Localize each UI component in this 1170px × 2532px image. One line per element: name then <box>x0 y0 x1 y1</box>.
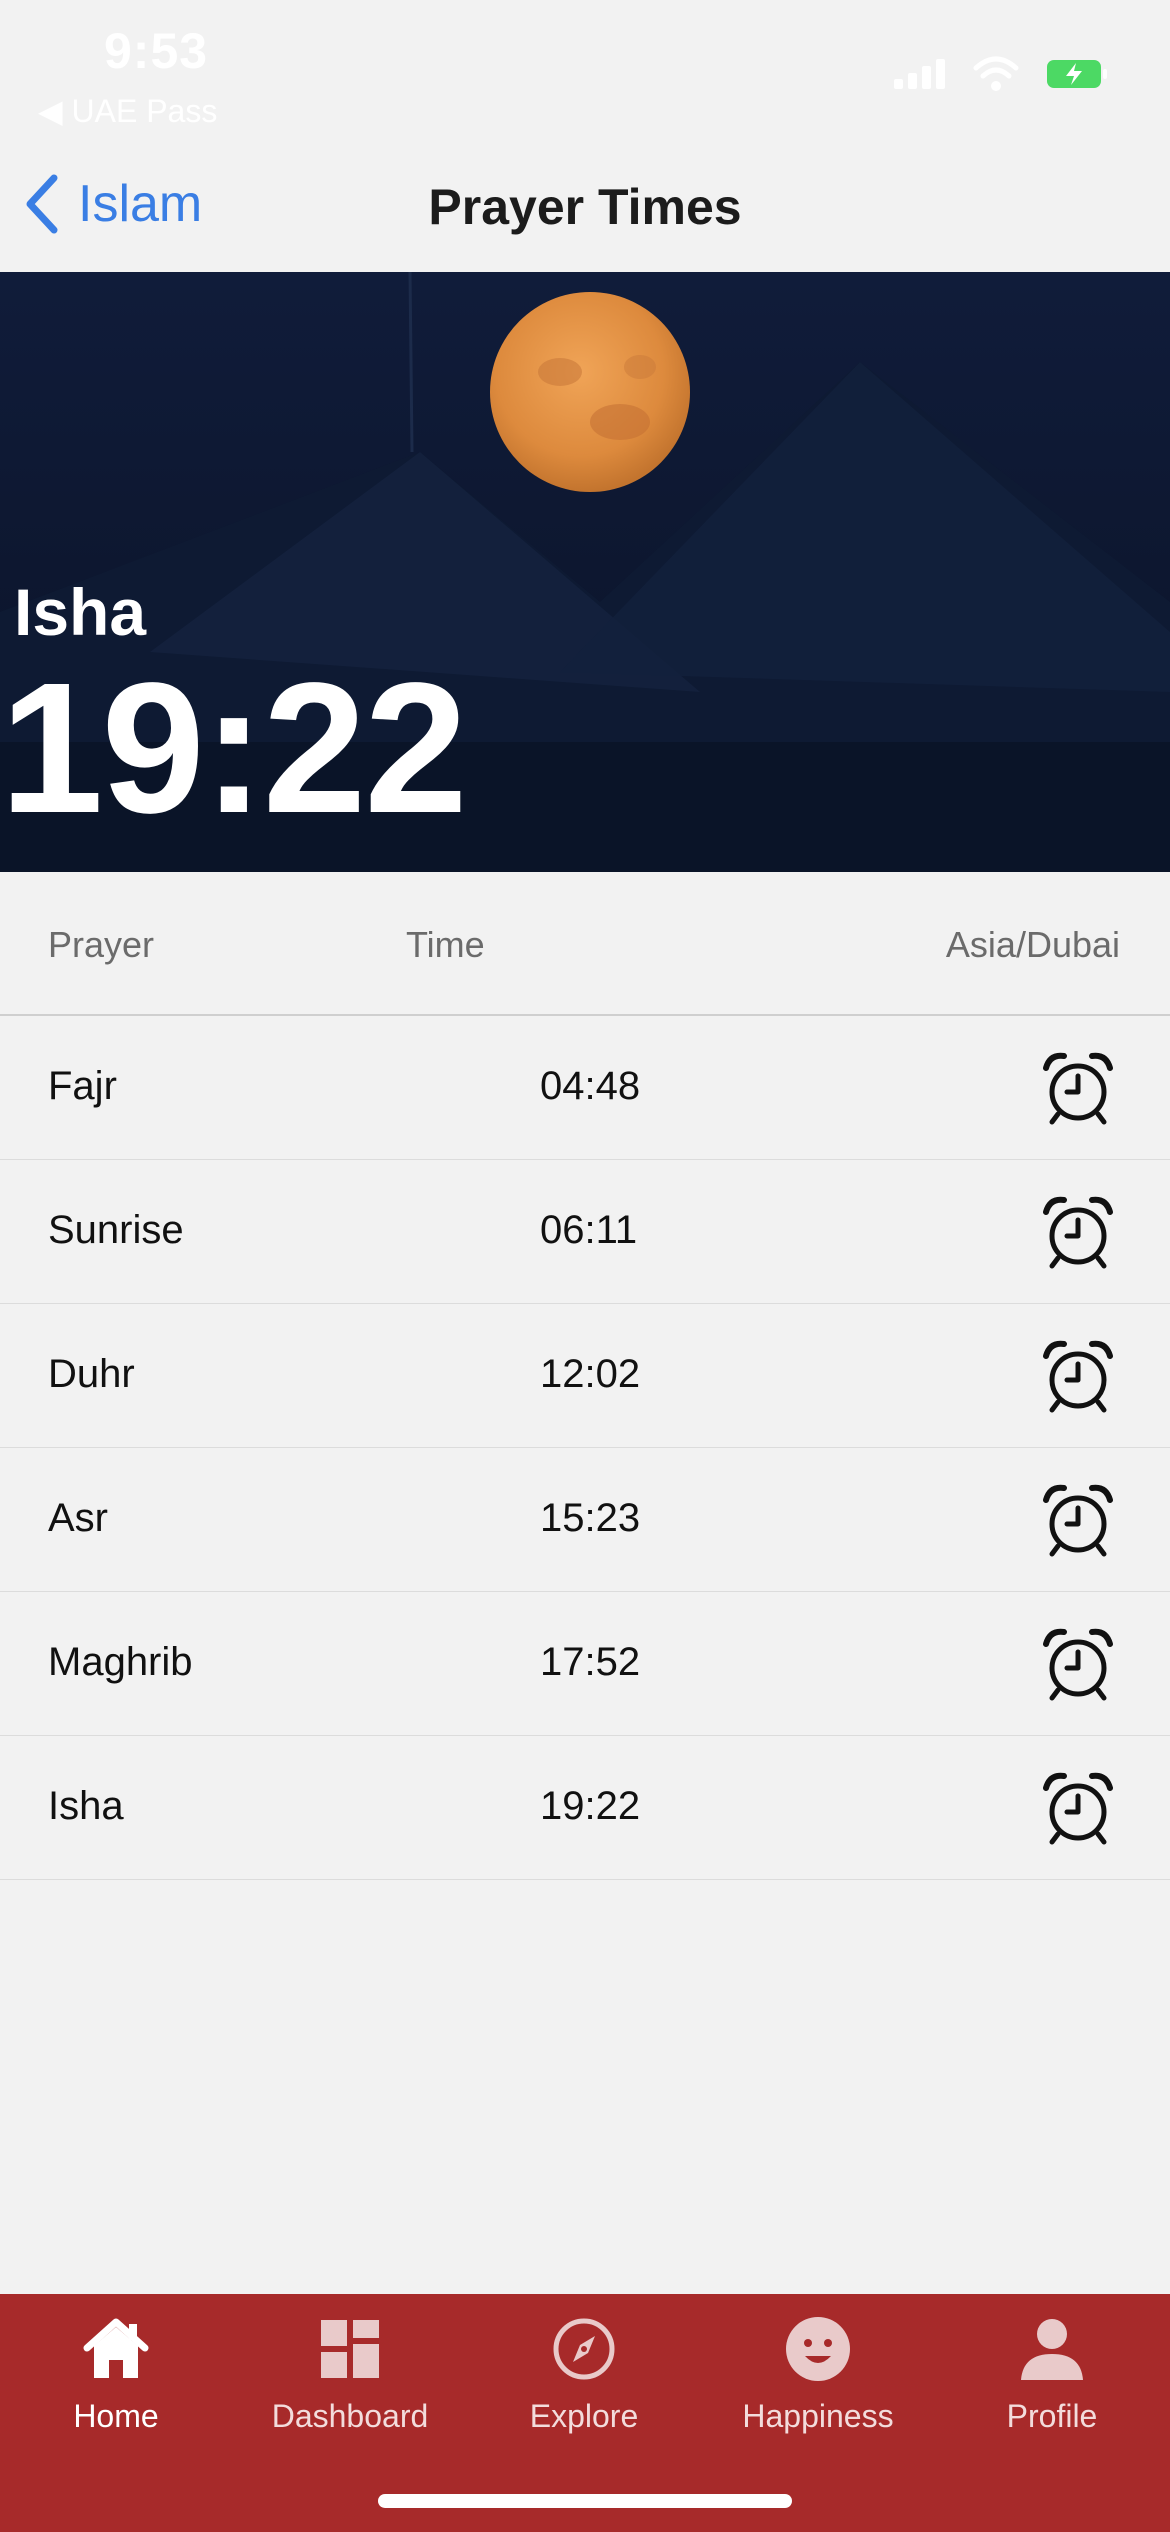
timezone-label: Asia/Dubai <box>945 924 1120 965</box>
tab-explore[interactable]: Explore <box>484 2314 684 2435</box>
alarm-clock-icon[interactable] <box>1040 1194 1116 1270</box>
tab-happiness[interactable]: Happiness <box>718 2314 918 2435</box>
current-prayer-name: Isha <box>14 575 147 649</box>
page-title: Prayer Times <box>428 179 742 235</box>
hero-banner: Isha 19:22 <box>0 272 1170 872</box>
home-icon <box>83 2318 149 2378</box>
prayer-time: 06:11 <box>540 1208 638 1252</box>
wifi-icon <box>973 56 1019 91</box>
tab-label: Happiness <box>742 2398 894 2434</box>
home-indicator[interactable] <box>378 2494 792 2508</box>
column-header-time: Time <box>406 924 485 965</box>
prayer-name: Sunrise <box>48 1208 184 1252</box>
status-bar: 9:53 ◀ UAE Pass <box>0 0 1170 140</box>
smiley-icon <box>786 2317 850 2381</box>
prayer-time: 19:22 <box>540 1784 641 1828</box>
prayer-name: Asr <box>48 1496 108 1540</box>
person-icon <box>1021 2319 1083 2380</box>
prayer-name: Isha <box>48 1784 124 1828</box>
prayer-time: 12:02 <box>540 1352 641 1396</box>
table-row: Duhr 12:02 <box>0 1304 1170 1448</box>
tab-bar: Home Dashboard Explore Happiness Profile <box>0 2294 1170 2532</box>
tab-home[interactable]: Home <box>16 2314 216 2435</box>
table-header: Prayer Time Asia/Dubai <box>0 872 1170 1016</box>
navigation-bar: Islam Prayer Times <box>0 140 1170 272</box>
table-row: Fajr 04:48 <box>0 1016 1170 1160</box>
prayer-time: 04:48 <box>540 1064 641 1108</box>
table-row: Isha 19:22 <box>0 1736 1170 1880</box>
tab-label: Home <box>73 2398 159 2434</box>
status-time: 9:53 <box>104 23 209 79</box>
tab-label: Explore <box>529 2398 639 2434</box>
tab-profile[interactable]: Profile <box>952 2314 1152 2435</box>
tab-label: Dashboard <box>271 2398 429 2434</box>
alarm-clock-icon[interactable] <box>1040 1770 1116 1846</box>
cellular-signal-icon <box>894 59 945 89</box>
table-row: Maghrib 17:52 <box>0 1592 1170 1736</box>
tab-label: Profile <box>1006 2398 1098 2434</box>
alarm-clock-icon[interactable] <box>1040 1482 1116 1558</box>
current-prayer-time: 19:22 <box>0 645 468 852</box>
dashboard-icon <box>321 2320 379 2378</box>
tab-dashboard[interactable]: Dashboard <box>250 2314 450 2435</box>
prayer-time: 15:23 <box>540 1496 641 1540</box>
prayer-time: 17:52 <box>540 1640 641 1684</box>
prayer-name: Maghrib <box>48 1640 193 1684</box>
prayer-name: Duhr <box>48 1352 135 1396</box>
alarm-clock-icon[interactable] <box>1040 1338 1116 1414</box>
back-to-app-link[interactable]: ◀ UAE Pass <box>38 92 217 130</box>
battery-charging-icon <box>1047 60 1107 88</box>
prayer-times-list: Fajr 04:48 Sunrise 06:11 Duhr 12:02 Asr … <box>0 1016 1170 1880</box>
prayer-name: Fajr <box>48 1064 117 1108</box>
alarm-clock-icon[interactable] <box>1040 1626 1116 1702</box>
table-row: Asr 15:23 <box>0 1448 1170 1592</box>
alarm-clock-icon[interactable] <box>1040 1050 1116 1126</box>
column-header-prayer: Prayer <box>48 924 155 965</box>
compass-icon <box>553 2318 615 2380</box>
table-row: Sunrise 06:11 <box>0 1160 1170 1304</box>
